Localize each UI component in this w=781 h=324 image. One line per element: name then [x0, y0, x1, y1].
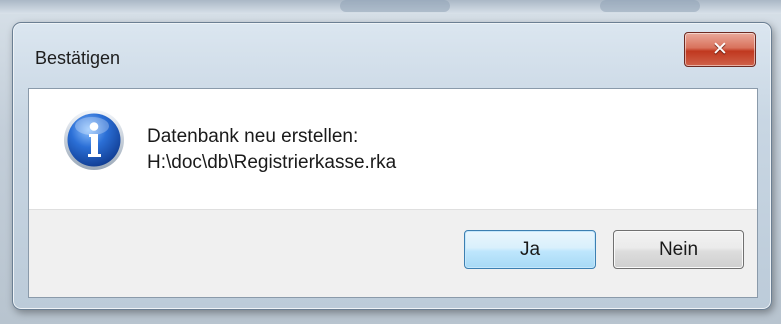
background-blur	[600, 0, 700, 12]
dialog-client-area: Datenbank neu erstellen: H:\doc\db\Regis…	[28, 88, 758, 298]
close-button[interactable]: ✕	[684, 32, 756, 67]
dialog-title: Bestätigen	[35, 48, 121, 68]
close-icon: ✕	[712, 38, 728, 60]
info-icon	[64, 110, 124, 170]
message-line-2-path: H:\doc\db\Registrierkasse.rka	[147, 152, 397, 173]
yes-button[interactable]: Ja	[464, 230, 596, 269]
message-text: Datenbank neu erstellen: H:\doc\db\Regis…	[147, 124, 396, 176]
message-area: Datenbank neu erstellen: H:\doc\db\Regis…	[29, 89, 757, 210]
message-line-1: Datenbank neu erstellen:	[147, 126, 359, 147]
background-blur	[340, 0, 450, 12]
no-button[interactable]: Nein	[613, 230, 744, 269]
